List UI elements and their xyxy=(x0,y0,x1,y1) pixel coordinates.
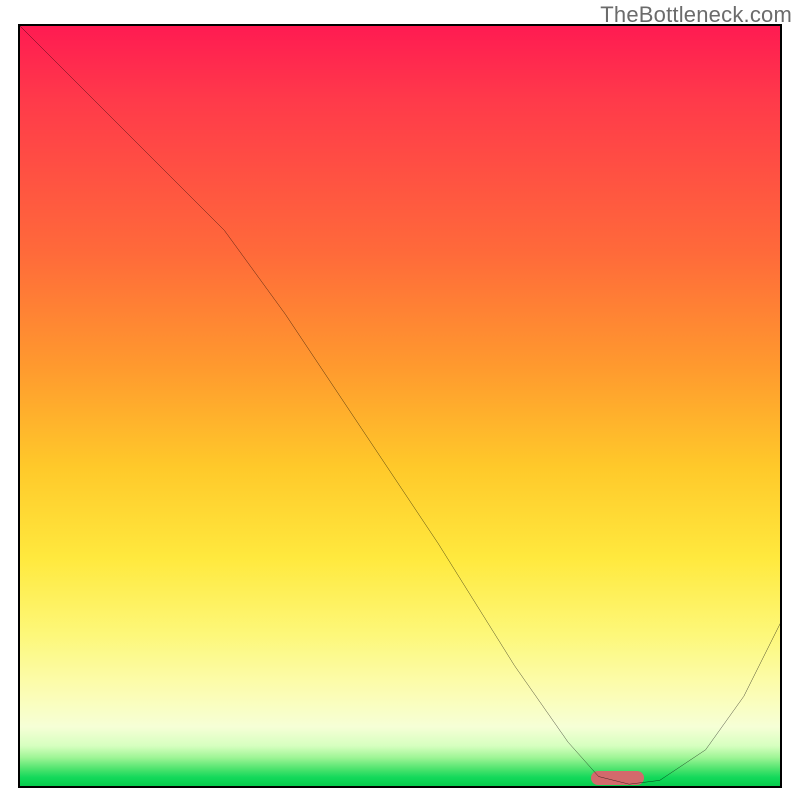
watermark-text: TheBottleneck.com xyxy=(600,2,792,28)
bottleneck-curve xyxy=(18,24,782,788)
chart-container: TheBottleneck.com xyxy=(0,0,800,800)
plot-area xyxy=(18,24,782,788)
